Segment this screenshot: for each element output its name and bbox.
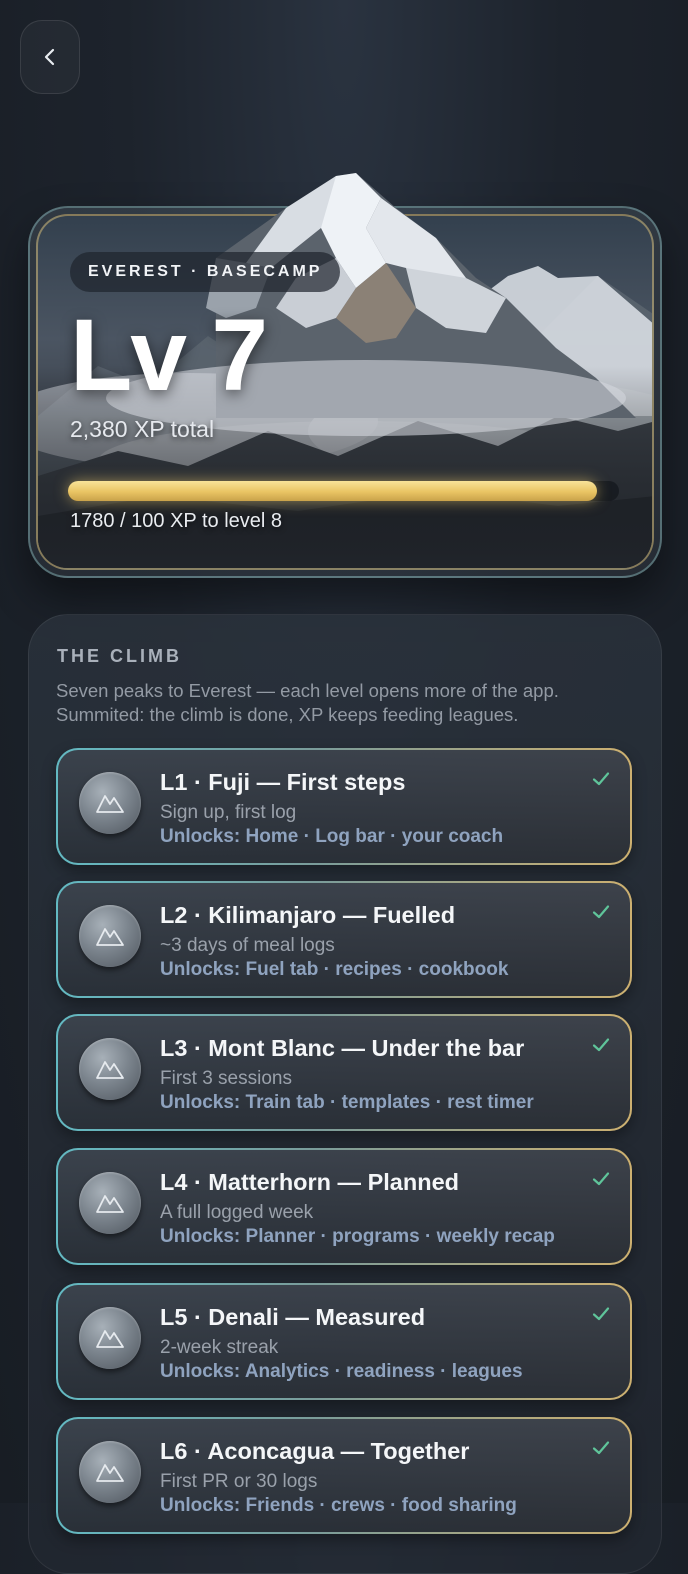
level-name: L4 · Matterhorn — Planned bbox=[160, 1169, 459, 1195]
level-unlocks: Unlocks: Train tab · templates · rest ti… bbox=[160, 1092, 534, 1113]
hero-badge-label: EVEREST · BASECAMP bbox=[88, 263, 323, 280]
checkmark-icon bbox=[592, 1307, 610, 1321]
checkmark-icon bbox=[592, 772, 610, 786]
level-unlocks: Unlocks: Friends · crews · food sharing bbox=[160, 1495, 517, 1516]
level-name: L1 · Fuji — First steps bbox=[160, 769, 406, 795]
level-requirement: 2-week streak bbox=[160, 1337, 279, 1358]
mountain-icon bbox=[79, 772, 141, 834]
level-name: L3 · Mont Blanc — Under the bar bbox=[160, 1035, 525, 1061]
level-title: Lv 7 bbox=[70, 298, 268, 412]
checkmark-icon bbox=[592, 905, 610, 919]
climb-section-title: THE CLIMB bbox=[57, 646, 182, 666]
checkmark-icon bbox=[592, 1441, 610, 1455]
checkmark-icon bbox=[592, 1038, 610, 1052]
level-requirement: ~3 days of meal logs bbox=[160, 935, 335, 956]
level-card[interactable]: L2 · Kilimanjaro — Fuelled ~3 days of mea… bbox=[56, 881, 632, 998]
level-card[interactable]: L3 · Mont Blanc — Under the bar First 3 s… bbox=[56, 1014, 632, 1131]
level-unlocks: Unlocks: Fuel tab · recipes · cookbook bbox=[160, 959, 509, 980]
level-unlocks: Unlocks: Home · Log bar · your coach bbox=[160, 826, 504, 847]
checkmark-icon bbox=[592, 1172, 610, 1186]
xp-progress-fill bbox=[68, 481, 597, 501]
level-card[interactable]: L4 · Matterhorn — Planned A full logged w… bbox=[56, 1148, 632, 1265]
mountain-icon bbox=[79, 1307, 141, 1369]
mountain-icon bbox=[79, 905, 141, 967]
level-card[interactable]: L5 · Denali — Measured 2-week streak Unloc… bbox=[56, 1283, 632, 1400]
level-card[interactable]: L6 · Aconcagua — Together First PR or 30 … bbox=[56, 1417, 632, 1534]
climb-description: Seven peaks to Everest — each level open… bbox=[56, 679, 646, 727]
mountain-icon bbox=[79, 1172, 141, 1234]
level-requirement: A full logged week bbox=[160, 1202, 314, 1223]
climb-description-line: Summited: the climb is done, XP keeps fe… bbox=[56, 704, 519, 725]
mountain-icon bbox=[79, 1441, 141, 1503]
level-name: L6 · Aconcagua — Together bbox=[160, 1438, 470, 1464]
back-button[interactable] bbox=[20, 20, 80, 94]
level-name: L2 · Kilimanjaro — Fuelled bbox=[160, 902, 456, 928]
hero-badge: EVEREST · BASECAMP bbox=[70, 252, 341, 292]
level-unlocks: Unlocks: Analytics · readiness · leagues bbox=[160, 1361, 523, 1382]
climb-description-line: Seven peaks to Everest — each level open… bbox=[56, 680, 559, 701]
xp-progress-bar bbox=[68, 481, 619, 501]
level-name: L5 · Denali — Measured bbox=[160, 1304, 426, 1330]
level-requirement: First 3 sessions bbox=[160, 1068, 292, 1089]
level-unlocks: Unlocks: Planner · programs · weekly rec… bbox=[160, 1226, 555, 1247]
mountain-icon bbox=[79, 1038, 141, 1100]
xp-total: 2,380 XP total bbox=[70, 416, 215, 442]
chevron-left-icon bbox=[44, 48, 55, 66]
level-card[interactable]: L1 · Fuji — First steps Sign up, first lo… bbox=[56, 748, 632, 865]
level-requirement: First PR or 30 logs bbox=[160, 1471, 318, 1492]
xp-to-next-level: 1780 / 100 XP to level 8 bbox=[70, 510, 283, 532]
level-requirement: Sign up, first log bbox=[160, 802, 297, 823]
